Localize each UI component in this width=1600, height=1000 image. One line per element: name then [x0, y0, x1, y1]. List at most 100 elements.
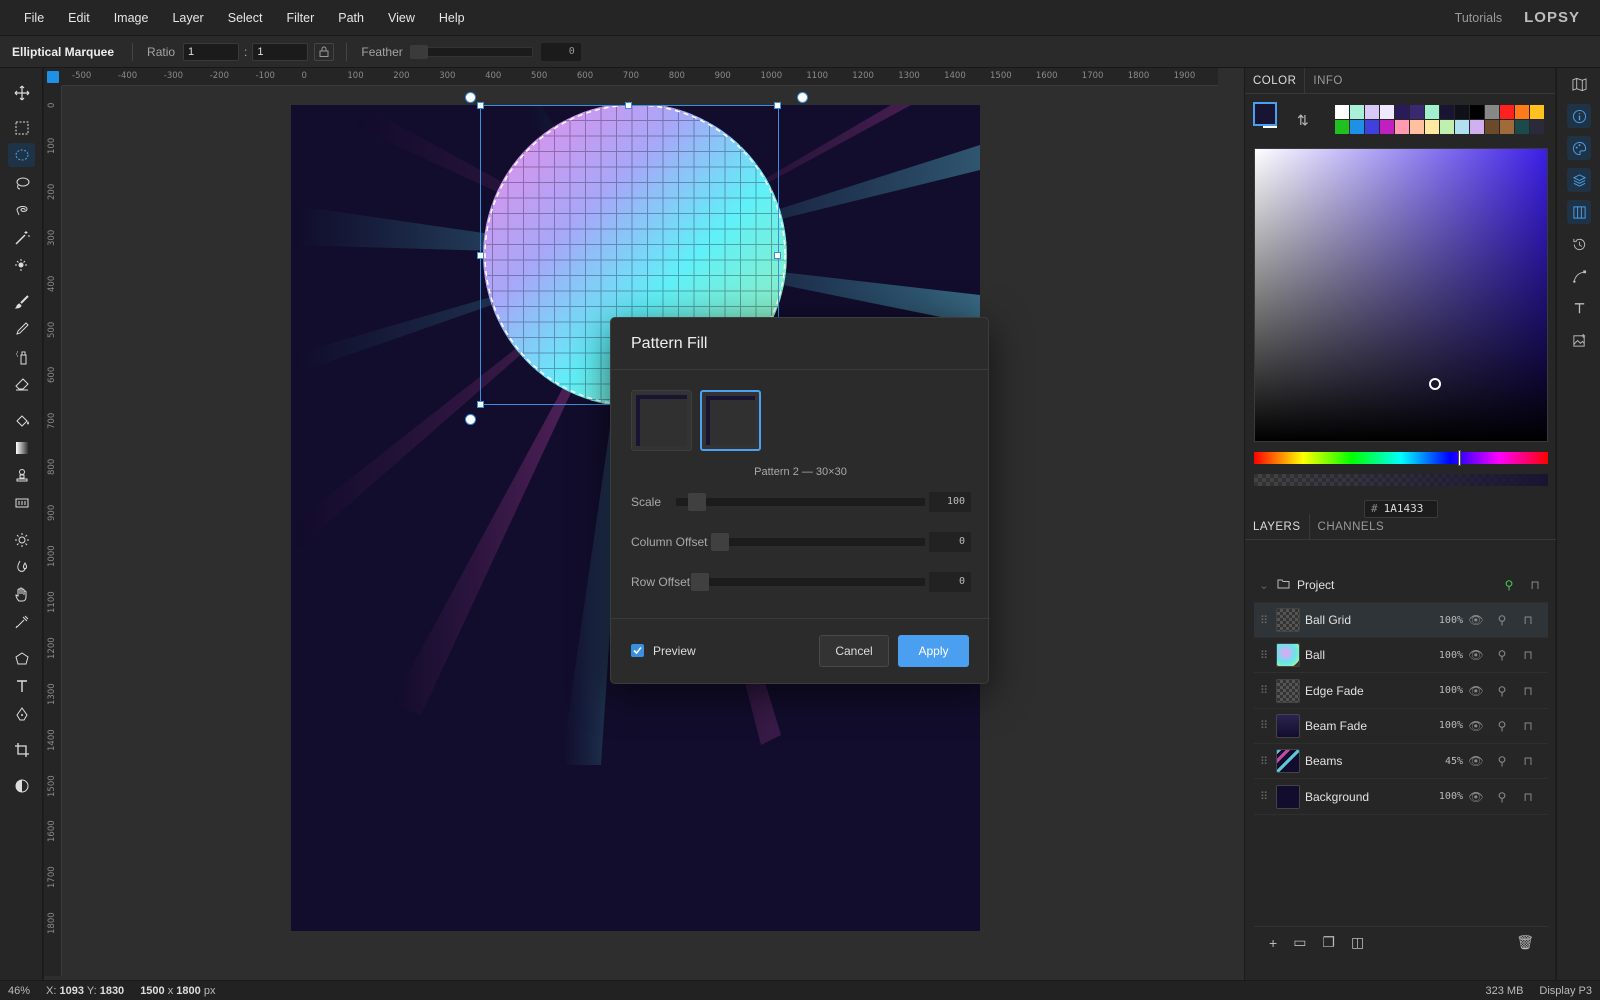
eraser-tool-icon[interactable]	[8, 372, 35, 396]
menu-view[interactable]: View	[376, 0, 427, 36]
paths-icon[interactable]	[1567, 264, 1591, 288]
blur-tool-icon[interactable]	[8, 555, 35, 579]
elliptical-marquee-tool-icon[interactable]	[8, 143, 35, 167]
palette-swatch[interactable]	[1365, 105, 1379, 119]
layer-opacity[interactable]: 100%	[1425, 791, 1463, 802]
palette-swatch[interactable]	[1515, 120, 1529, 134]
palette-swatch[interactable]	[1410, 105, 1424, 119]
lock-icon[interactable]: ⊓	[1515, 754, 1541, 768]
gradient-tool-icon[interactable]	[8, 436, 35, 460]
palette-swatch[interactable]	[1395, 120, 1409, 134]
palette-swatch[interactable]	[1485, 105, 1499, 119]
drag-handle-icon[interactable]: ⠿	[1254, 649, 1274, 662]
palette-swatch[interactable]	[1395, 105, 1409, 119]
eye-icon[interactable]: 👁	[1463, 719, 1489, 733]
palette-swatch[interactable]	[1485, 120, 1499, 134]
eye-icon[interactable]: 👁	[1463, 613, 1489, 627]
brush-tool-icon[interactable]	[8, 290, 35, 314]
feather-value[interactable]: 0	[540, 42, 581, 61]
lock-icon[interactable]: ⊓	[1522, 578, 1548, 592]
palette-swatch[interactable]	[1530, 105, 1544, 119]
duplicate-layer-icon[interactable]: ❐	[1322, 934, 1335, 951]
pattern-swatch-2[interactable]	[700, 390, 761, 451]
palette-swatch[interactable]	[1500, 120, 1514, 134]
chevron-down-icon[interactable]: ⌄	[1254, 579, 1274, 592]
layer-opacity[interactable]: 45%	[1425, 756, 1463, 767]
link-icon[interactable]: ⚲	[1489, 613, 1515, 627]
menu-filter[interactable]: Filter	[274, 0, 326, 36]
row-offset-slider-knob[interactable]	[691, 573, 709, 591]
palette-swatch[interactable]	[1350, 105, 1364, 119]
palette-swatch[interactable]	[1380, 120, 1394, 134]
tutorials-link[interactable]: Tutorials	[1455, 11, 1502, 25]
picker-cursor[interactable]	[1429, 378, 1441, 390]
lock-icon[interactable]: ⊓	[1515, 790, 1541, 804]
palette-swatch[interactable]	[1500, 105, 1514, 119]
lock-icon[interactable]: ⊓	[1515, 648, 1541, 662]
row-offset-value[interactable]: 0	[929, 572, 971, 592]
polygon-lasso-tool-icon[interactable]	[8, 198, 35, 222]
quick-select-tool-icon[interactable]	[8, 253, 35, 277]
scale-value[interactable]: 100	[929, 492, 971, 512]
transform-handle[interactable]	[774, 102, 781, 109]
cancel-button[interactable]: Cancel	[819, 635, 889, 667]
magic-wand-tool-icon[interactable]	[8, 226, 35, 250]
pen-tool-icon[interactable]	[8, 702, 35, 726]
new-group-icon[interactable]: ▭	[1293, 934, 1306, 951]
drag-handle-icon[interactable]: ⠿	[1254, 755, 1274, 768]
column-offset-value[interactable]: 0	[929, 532, 971, 552]
image-icon[interactable]	[1567, 328, 1591, 352]
palette-swatch[interactable]	[1455, 105, 1469, 119]
layers-icon[interactable]	[1567, 168, 1591, 192]
menu-image[interactable]: Image	[102, 0, 161, 36]
palette-swatch[interactable]	[1440, 105, 1454, 119]
layer-row-background[interactable]: ⠿ Background 100% 👁 ⚲ ⊓	[1254, 780, 1548, 815]
palette-swatch[interactable]	[1425, 105, 1439, 119]
tab-channels[interactable]: CHANNELS	[1310, 514, 1393, 540]
layer-group-row[interactable]: ⌄ Project ⚲ ⊓	[1254, 568, 1548, 603]
lock-icon[interactable]: ⊓	[1515, 684, 1541, 698]
rotate-handle[interactable]	[465, 414, 476, 425]
rotate-handle[interactable]	[797, 92, 808, 103]
crop-tool-icon[interactable]	[8, 738, 35, 762]
column-offset-slider[interactable]	[711, 533, 925, 551]
palette-swatch[interactable]	[1410, 120, 1424, 134]
quick-mask-icon[interactable]	[8, 774, 35, 798]
hand-tool-icon[interactable]	[8, 583, 35, 607]
layer-opacity[interactable]: 100%	[1425, 685, 1463, 696]
scale-slider[interactable]	[676, 493, 925, 511]
alpha-slider[interactable]	[1254, 474, 1548, 486]
move-tool-icon[interactable]	[8, 81, 35, 105]
polygon-shape-tool-icon[interactable]	[8, 647, 35, 671]
ratio-height-input[interactable]: 1	[252, 42, 309, 61]
menu-path[interactable]: Path	[326, 0, 376, 36]
link-icon[interactable]: ⚲	[1496, 578, 1522, 592]
info-icon[interactable]	[1567, 104, 1591, 128]
ruler-origin-icon[interactable]	[47, 71, 59, 83]
map-icon[interactable]	[1567, 72, 1591, 96]
text-icon[interactable]	[1567, 296, 1591, 320]
foreground-color-swatch[interactable]	[1253, 102, 1277, 126]
scale-slider-knob[interactable]	[687, 493, 706, 511]
channels-icon[interactable]	[1567, 200, 1591, 224]
transform-handle[interactable]	[625, 102, 632, 109]
layer-opacity[interactable]: 100%	[1425, 615, 1463, 626]
transform-handle[interactable]	[477, 102, 484, 109]
feather-slider[interactable]	[409, 44, 533, 59]
eye-icon[interactable]: 👁	[1463, 648, 1489, 662]
transform-handle[interactable]	[477, 252, 484, 259]
preview-checkbox[interactable]	[631, 644, 644, 657]
transform-handle[interactable]	[477, 401, 484, 408]
pattern-stamp-tool-icon[interactable]	[8, 491, 35, 515]
layer-opacity[interactable]: 100%	[1425, 650, 1463, 661]
tab-layers[interactable]: LAYERS	[1245, 513, 1310, 540]
palette-swatch[interactable]	[1455, 120, 1469, 134]
lock-icon[interactable]: ⊓	[1515, 613, 1541, 627]
saturation-value-picker[interactable]	[1254, 148, 1548, 442]
lasso-tool-icon[interactable]	[8, 171, 35, 195]
layer-row-ball-grid[interactable]: ⠿ Ball Grid 100% 👁 ⚲ ⊓	[1254, 603, 1548, 638]
palette-swatch[interactable]	[1350, 120, 1364, 134]
ratio-lock-button[interactable]	[314, 42, 335, 61]
tab-info[interactable]: INFO	[1305, 68, 1350, 94]
menu-layer[interactable]: Layer	[160, 0, 215, 36]
